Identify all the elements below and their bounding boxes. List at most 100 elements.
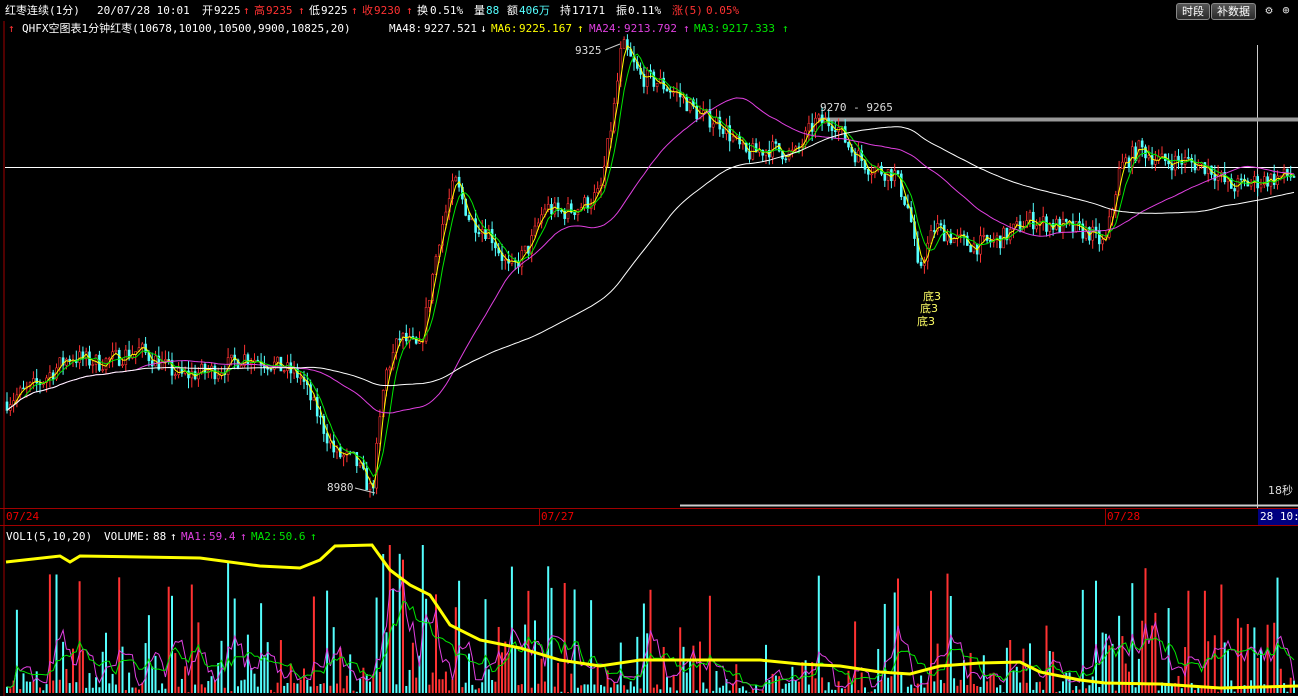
volume-bar [765,644,767,693]
volume-bar [184,666,187,693]
candle-body [701,110,705,114]
candle-body [731,136,735,142]
candle-body [388,367,392,371]
kline-chart[interactable] [0,0,1298,696]
volume-bar [953,678,956,693]
volume-bar [672,675,675,693]
volume-bar [6,686,8,693]
candle-body [68,358,71,361]
volume-bar [1012,671,1015,693]
volume-bar [1187,590,1190,693]
volume-bar [65,668,68,693]
volume-bar [784,683,787,693]
volume-bar [943,683,946,693]
volume-bar [345,675,348,693]
volume-bar [999,685,1002,693]
volume-lines [5,543,1298,691]
volume-bar [751,689,754,693]
candle-body [1074,221,1078,232]
volume-bar [1217,691,1220,693]
ma24-line [6,97,1295,414]
volume-bar [108,683,111,693]
volume-bar [95,677,98,693]
volume-bar [421,545,424,693]
volume-bar [788,682,791,693]
volume-bar [883,603,886,693]
volume-bar [477,688,480,693]
volume-bar [58,679,61,693]
candle-body [315,397,319,417]
candle-body [1292,176,1296,178]
volume-bar [748,692,751,693]
volume-bar [1134,687,1137,693]
volume-bar [190,584,193,693]
candle-body [299,377,303,379]
volume-bar [537,683,540,693]
volume-bar [666,676,668,693]
candle-body [982,235,986,237]
candle-body [655,83,659,87]
volume-bar [296,683,299,693]
volume-bar [408,669,411,693]
candle-body [282,370,286,372]
volume-bar [1055,691,1058,693]
volume-bar [1223,642,1226,693]
volume-bar [735,664,738,693]
candle-body [332,440,336,453]
volume-bar [1005,647,1008,693]
volume-bar [609,687,612,693]
volume-bar [778,676,781,693]
volume-bar [444,671,447,693]
volume-bar [811,662,814,693]
volume-bar [157,690,160,693]
range-label: 9270 - 9265 [820,101,893,114]
volume-bar [527,590,530,693]
volume-bar [29,681,32,693]
volume-bar [411,642,414,693]
candle-body [174,374,177,376]
volume-bar [118,577,121,693]
volume-bar [177,686,180,693]
volume-bar [873,689,876,693]
chart-frame [0,21,1298,696]
volume-bar [220,640,223,693]
volume-bar [39,687,41,693]
volume-bar [329,685,332,693]
volume-bar [42,690,45,693]
volume-bar [741,686,744,693]
ma6-line [6,53,1295,478]
volume-bar [243,679,246,693]
volume-bar [1180,688,1183,693]
candle-body [1071,221,1075,232]
candle-body [1187,157,1190,159]
vol-arrow-2: ↑ [240,530,247,543]
volume-bar [540,658,543,693]
volume-bars [6,545,1295,693]
volume-bar [187,692,190,693]
volume-bar [355,691,358,693]
volume-bar [814,678,817,693]
candle-body [319,415,322,418]
volume-bar [649,589,652,693]
candle-body [645,69,649,87]
volume-bar [471,684,474,693]
volume-bar [524,624,527,693]
volume-bar [633,686,635,693]
volume-bar [685,672,688,693]
countdown-label: 18秒 [1268,484,1293,497]
candle-body [711,123,715,128]
candle-body [418,341,421,344]
candle-body [523,245,527,251]
volume-bar [487,669,490,693]
date-label-0724: 07/24 [6,510,40,523]
volume-bar [431,672,434,693]
volume-bar [375,597,378,693]
volume-bar [484,599,487,693]
candle-body [998,235,1002,249]
volume-bar [1279,668,1282,693]
volume-bar [520,684,523,693]
candle-body [78,351,81,363]
volume-bar [464,682,467,693]
volume-bar [887,677,890,693]
volume-bar [824,690,827,693]
